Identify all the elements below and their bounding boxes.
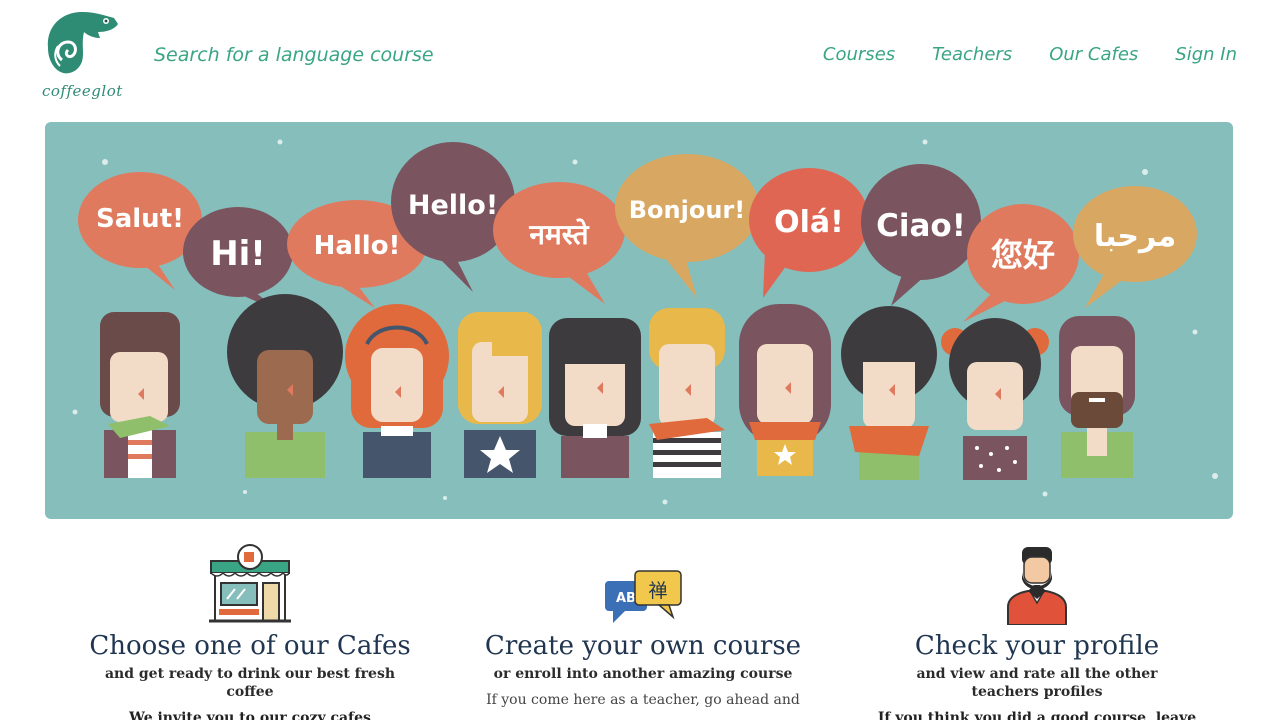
main-nav: Courses Teachers Our Cafes Sign In: [823, 44, 1237, 65]
feature-course: AB 禅 Create your own course or enroll in…: [443, 530, 843, 709]
greeting-hallo: Hallo!: [314, 231, 401, 261]
bearded-teacher-icon: [1007, 547, 1067, 625]
greeting-nihao: 您好: [991, 236, 1055, 274]
bubble-marhaba: مرحبا: [1073, 186, 1197, 308]
feature-profile-subtitle: and view and rate all the other teachers…: [916, 666, 1158, 700]
nav-our-cafes[interactable]: Our Cafes: [1049, 44, 1138, 65]
site-header: coffeeglot Search for a language course …: [0, 0, 1280, 115]
brand-logo[interactable]: coffeeglot: [40, 8, 123, 104]
hero-illustration: Salut! Hi! Hallo! Hello! नमस्ते Bonjour!: [72, 139, 1218, 505]
bubble-salut: Salut!: [78, 172, 202, 290]
brand-wordmark: coffeeglot: [42, 82, 123, 100]
feature-course-title: Create your own course: [484, 631, 802, 661]
greeting-marhaba: مرحبا: [1094, 219, 1176, 254]
feature-cafes-subtitle: and get ready to drink our best fresh co…: [104, 666, 396, 700]
nav-teachers[interactable]: Teachers: [932, 44, 1012, 65]
feature-profile-body: If you think you did a good course, leav…: [877, 710, 1197, 720]
bubble-ciao: Ciao!: [861, 164, 981, 306]
svg-text:禅: 禅: [648, 580, 667, 602]
feature-course-subtitle: or enroll into another amazing course: [493, 666, 793, 682]
greeting-ola: Olá!: [774, 205, 844, 240]
bubble-nihao: 您好: [963, 204, 1079, 322]
feature-profile-title: Check your profile: [914, 631, 1160, 661]
greeting-salut: Salut!: [96, 204, 184, 234]
greeting-hi: Hi!: [210, 234, 266, 274]
feature-cafes-title: Choose one of our Cafes: [89, 631, 411, 661]
cafe-storefront-icon: [209, 544, 291, 623]
greeting-ciao: Ciao!: [876, 208, 966, 244]
nav-sign-in[interactable]: Sign In: [1175, 44, 1237, 65]
feature-profile: Check your profile and view and rate all…: [837, 530, 1237, 720]
greeting-namaste: नमस्ते: [528, 218, 589, 251]
people-row: [100, 294, 1135, 480]
bubble-ola: Olá!: [749, 168, 869, 298]
svg-text:AB: AB: [616, 591, 636, 606]
nav-courses[interactable]: Courses: [823, 44, 895, 65]
greeting-hello: Hello!: [408, 190, 498, 221]
feature-cafes-body: We invite you to our cozy cafes: [129, 710, 371, 720]
feature-course-body: If you come here as a teacher, go ahead …: [486, 692, 800, 708]
hero-banner: Salut! Hi! Hallo! Hello! नमस्ते Bonjour!: [45, 122, 1233, 519]
bubble-bonjour: Bonjour!: [615, 154, 759, 298]
feature-cafes: Choose one of our Cafes and get ready to…: [50, 530, 450, 720]
chameleon-icon: [47, 12, 118, 74]
bubble-namaste: नमस्ते: [493, 182, 625, 304]
features-section: Choose one of our Cafes and get ready to…: [45, 530, 1233, 720]
greeting-bonjour: Bonjour!: [629, 196, 745, 224]
search-course-link[interactable]: Search for a language course: [154, 44, 434, 66]
translation-bubbles-icon: AB 禅: [605, 570, 682, 623]
